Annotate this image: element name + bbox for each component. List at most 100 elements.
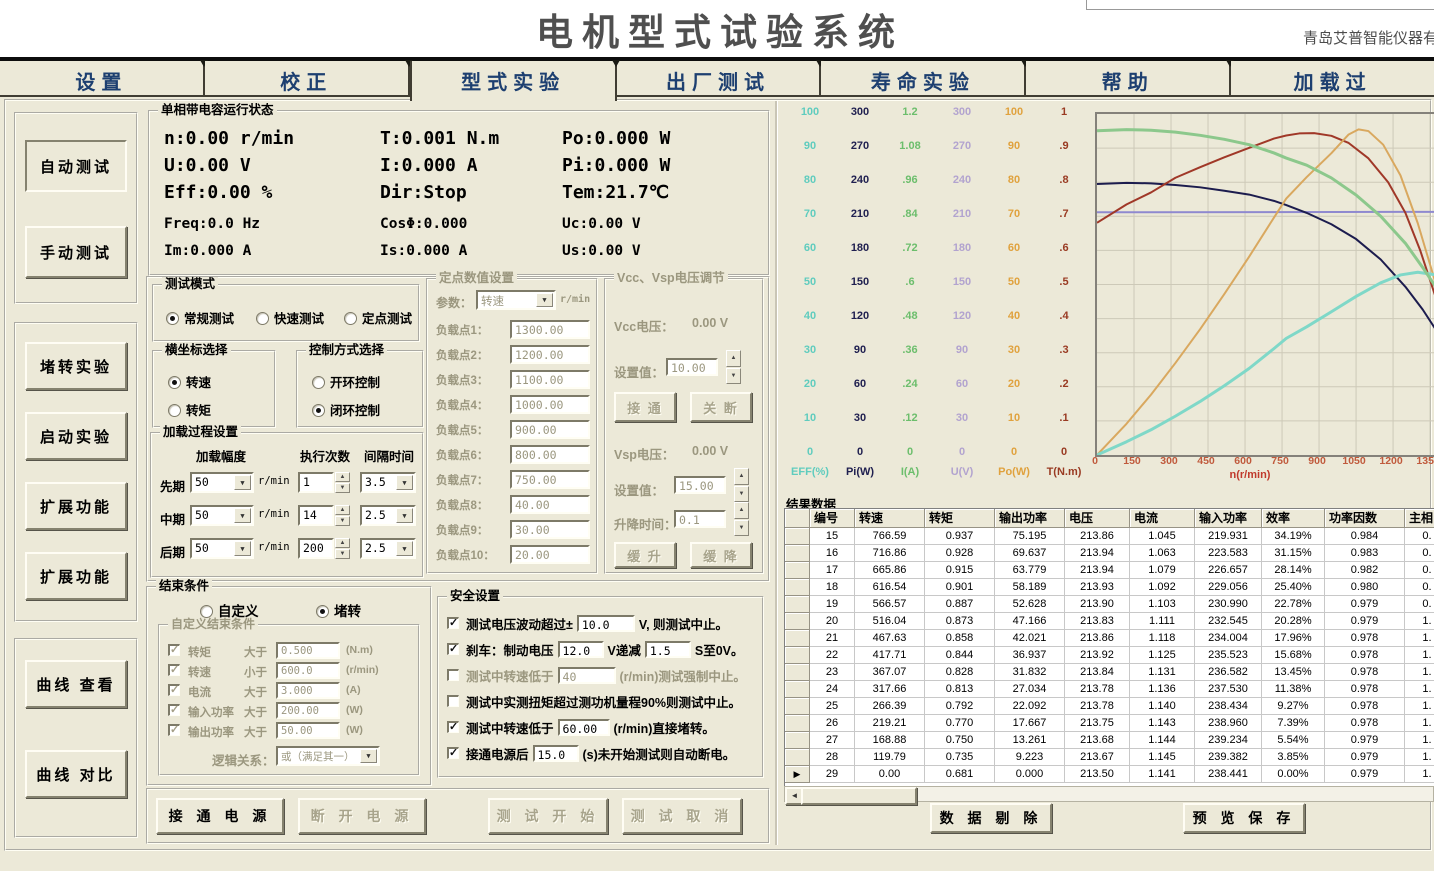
radio-icon[interactable] [312, 404, 325, 417]
table-row[interactable]: 27168.880.75013.261213.681.144239.2345.5… [785, 732, 1434, 749]
row-selector[interactable] [785, 732, 810, 749]
safety-value-input[interactable]: 10.0 [577, 615, 635, 632]
chevron-down-icon[interactable]: ▼ [396, 541, 413, 556]
radio-icon[interactable] [344, 312, 357, 325]
load-point-input[interactable]: 1000.00 [510, 395, 590, 414]
sidebar-button-扩展功能[interactable]: 扩展功能 [25, 482, 127, 530]
safety-value-input[interactable]: 15.0 [533, 745, 579, 762]
load-interval-combo[interactable]: 2.5▼ [360, 505, 416, 526]
table-row[interactable]: 22417.710.84436.937213.921.125235.52315.… [785, 647, 1434, 664]
tab-型式实验[interactable]: 型式实验 [410, 61, 617, 101]
row-selector[interactable] [785, 613, 810, 630]
spin-up-icon[interactable]: ▲ [335, 505, 350, 515]
vcc-off-button[interactable]: 关 断 [690, 392, 752, 422]
load-point-input[interactable]: 40.00 [510, 495, 590, 514]
table-row[interactable]: 28119.790.7359.223213.671.145239.3823.85… [785, 749, 1434, 766]
radio-icon[interactable] [200, 605, 213, 618]
checkbox-icon[interactable]: ✓ [447, 747, 459, 759]
tab-出厂测试[interactable]: 出厂测试 [617, 61, 822, 95]
sidebar-button-曲线对比[interactable]: 曲线 对比 [25, 750, 127, 798]
sidebar-button-手动测试[interactable]: 手动测试 [25, 226, 127, 278]
radio-option-闭环控制[interactable]: 闭环控制 [312, 400, 380, 419]
logic-combo[interactable]: 或（满足其一） ▼ [276, 746, 380, 766]
vsp-set-spinner[interactable]: ▲ ▼ [734, 468, 749, 502]
ramp-time-input[interactable]: 0.1 [674, 510, 726, 528]
vcc-on-button[interactable]: 接 通 [614, 392, 676, 422]
power-button-4[interactable]: 测 试 取 消 [622, 798, 742, 834]
spin-down-icon[interactable]: ▼ [335, 483, 350, 493]
radio-icon[interactable] [256, 312, 269, 325]
load-amplitude-combo[interactable]: 50▼ [190, 505, 254, 526]
table-row[interactable]: 16716.860.92869.637213.941.063223.58331.… [785, 545, 1434, 562]
condition-value-input[interactable]: 600.0 [276, 662, 340, 679]
load-count-input[interactable]: 200 [298, 538, 334, 559]
condition-value-input[interactable]: 200.00 [276, 702, 340, 719]
ramp-down-button[interactable]: 缓 降 [690, 542, 752, 568]
checkbox-icon[interactable]: ✓ [168, 724, 180, 736]
table-row[interactable]: 24317.660.81327.034213.781.136237.53011.… [785, 681, 1434, 698]
sidebar-button-堵转实验[interactable]: 堵转实验 [25, 342, 127, 390]
table-row[interactable]: 23367.070.82831.832213.841.131236.58213.… [785, 664, 1434, 681]
load-point-input[interactable]: 30.00 [510, 520, 590, 539]
data-delete-button[interactable]: 数 据 剔 除 [930, 803, 1052, 833]
table-row[interactable]: ▶290.000.6810.000213.501.141238.4410.00%… [785, 766, 1434, 783]
load-point-input[interactable]: 900.00 [510, 420, 590, 439]
vcc-set-spinner[interactable]: ▲ ▼ [726, 350, 741, 384]
chevron-down-icon[interactable]: ▼ [396, 475, 413, 490]
radio-icon[interactable] [312, 376, 325, 389]
radio-option-堵转[interactable]: 堵转 [316, 600, 361, 620]
checkbox-icon[interactable]: ✓ [168, 664, 180, 676]
load-count-spinner[interactable]: ▲▼ [335, 538, 350, 559]
load-interval-combo[interactable]: 2.5▼ [360, 538, 416, 559]
tab-设置[interactable]: 设置 [0, 61, 205, 95]
load-amplitude-combo[interactable]: 50▼ [190, 538, 254, 559]
spin-down-icon[interactable]: ▼ [335, 549, 350, 559]
preview-save-button[interactable]: 预 览 保 存 [1183, 803, 1305, 833]
row-selector[interactable] [785, 664, 810, 681]
chevron-down-icon[interactable]: ▼ [360, 749, 377, 763]
row-selector[interactable]: ▶ [785, 766, 810, 783]
radio-option-快速测试[interactable]: 快速测试 [256, 308, 324, 327]
spin-down-icon[interactable]: ▼ [734, 486, 749, 503]
power-button-1[interactable]: 接 通 电 源 [156, 798, 284, 834]
radio-option-定点测试[interactable]: 定点测试 [344, 308, 412, 327]
param-combo[interactable]: 转速 ▼ [476, 290, 556, 310]
spin-down-icon[interactable]: ▼ [734, 520, 749, 537]
tab-校正[interactable]: 校正 [205, 61, 410, 95]
radio-icon[interactable] [316, 605, 329, 618]
radio-icon[interactable] [168, 376, 181, 389]
vsp-set-input[interactable]: 15.00 [674, 476, 726, 494]
spin-up-icon[interactable]: ▲ [335, 538, 350, 548]
checkbox-icon[interactable]: ✓ [168, 684, 180, 696]
load-point-input[interactable]: 800.00 [510, 445, 590, 464]
row-selector[interactable] [785, 545, 810, 562]
load-point-input[interactable]: 750.00 [510, 470, 590, 489]
radio-icon[interactable] [168, 404, 181, 417]
radio-option-自定义[interactable]: 自定义 [200, 600, 259, 620]
ramp-up-button[interactable]: 缓 升 [614, 542, 676, 568]
row-selector[interactable] [785, 698, 810, 715]
condition-value-input[interactable]: 3.000 [276, 682, 340, 699]
radio-option-转速[interactable]: 转速 [168, 372, 211, 391]
safety-value-input[interactable]: 40 [558, 667, 616, 684]
checkbox-icon[interactable] [447, 695, 459, 707]
load-count-spinner[interactable]: ▲▼ [335, 505, 350, 526]
power-button-2[interactable]: 断 开 电 源 [298, 798, 426, 834]
scrollbar-thumb[interactable] [801, 787, 917, 805]
power-button-3[interactable]: 测 试 开 始 [488, 798, 608, 834]
condition-value-input[interactable]: 0.500 [276, 642, 340, 659]
safety-value-input[interactable]: 12.0 [558, 641, 604, 658]
tab-寿命实验[interactable]: 寿命实验 [821, 61, 1026, 95]
safety-value-input[interactable]: 1.5 [645, 641, 691, 658]
sidebar-button-启动实验[interactable]: 启动实验 [25, 412, 127, 460]
table-row[interactable]: 18616.540.90158.189213.931.092229.05625.… [785, 579, 1434, 596]
spin-down-icon[interactable]: ▼ [726, 368, 741, 385]
table-row[interactable]: 19566.570.88752.628213.901.103230.99022.… [785, 596, 1434, 613]
load-point-input[interactable]: 1300.00 [510, 320, 590, 339]
checkbox-icon[interactable]: ✓ [447, 643, 459, 655]
row-selector[interactable] [785, 715, 810, 732]
chevron-down-icon[interactable]: ▼ [396, 508, 413, 523]
row-selector[interactable] [785, 647, 810, 664]
sidebar-button-扩展功能[interactable]: 扩展功能 [25, 552, 127, 600]
table-row[interactable]: 17665.860.91563.779213.941.079226.65728.… [785, 562, 1434, 579]
